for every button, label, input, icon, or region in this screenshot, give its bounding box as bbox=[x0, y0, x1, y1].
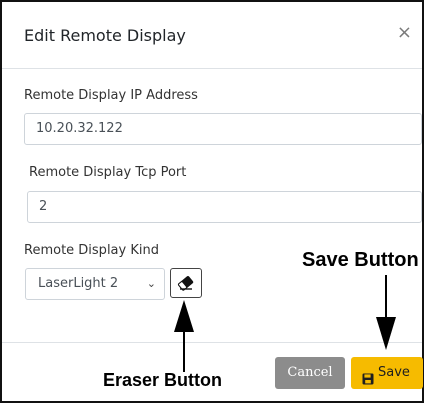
save-arrow bbox=[376, 275, 396, 350]
eraser-arrow bbox=[174, 300, 194, 372]
annotation-arrows bbox=[174, 275, 396, 372]
